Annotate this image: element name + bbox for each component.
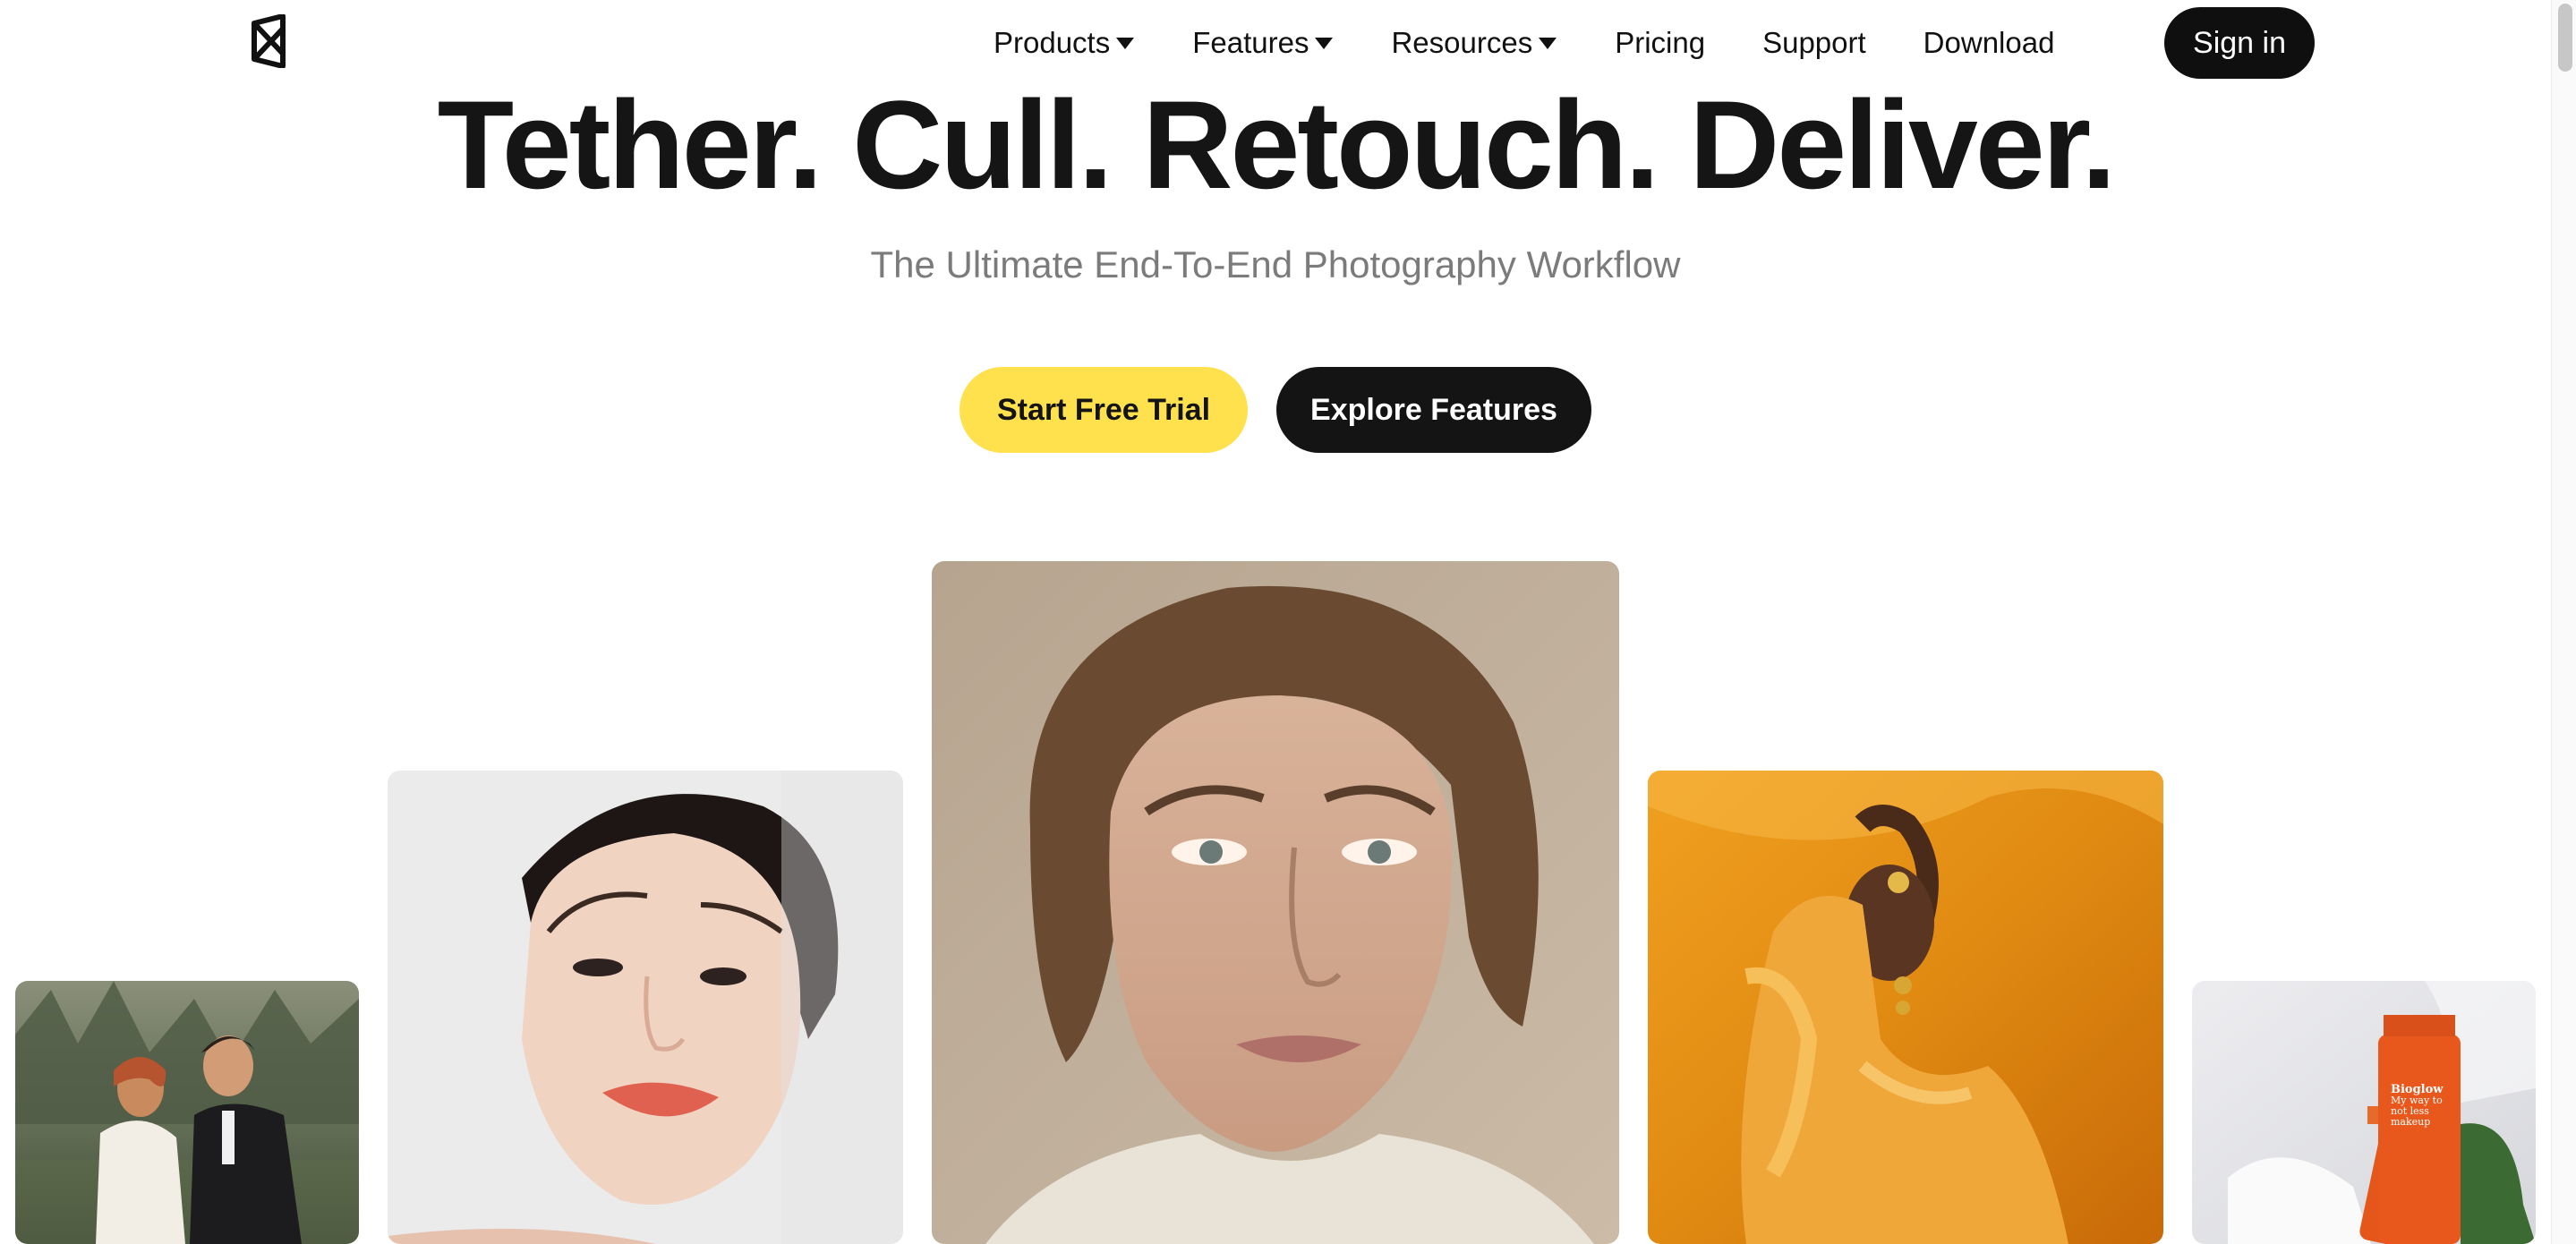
explore-features-button[interactable]: Explore Features xyxy=(1276,367,1591,453)
caret-down-icon xyxy=(1539,38,1557,49)
nav-item-pricing[interactable]: Pricing xyxy=(1615,26,1705,60)
scrollbar-thumb[interactable] xyxy=(2558,4,2572,72)
start-free-trial-button[interactable]: Start Free Trial xyxy=(960,367,1248,453)
nav-item-download[interactable]: Download xyxy=(1923,26,2055,60)
nav-item-resources[interactable]: Resources xyxy=(1391,26,1557,60)
beauty-portrait-photo xyxy=(388,771,903,1244)
woman-portrait-photo xyxy=(932,561,1619,1244)
nav-item-features[interactable]: Features xyxy=(1192,26,1334,60)
caret-down-icon xyxy=(1315,38,1334,49)
cta-row: Start Free Trial Explore Features xyxy=(0,367,2551,453)
sign-in-button[interactable]: Sign in xyxy=(2164,7,2315,79)
nav-item-label: Products xyxy=(994,26,1111,59)
hero-title: Tether. Cull. Retouch. Deliver. xyxy=(437,74,2117,215)
nav-item-label: Resources xyxy=(1391,26,1533,59)
product-tagline-line: makeup xyxy=(2391,1116,2431,1128)
skincare-product-photo: Bioglow My way to not less makeup xyxy=(2192,981,2536,1244)
nav-item-label: Features xyxy=(1192,26,1309,59)
nav-item-support[interactable]: Support xyxy=(1762,26,1866,60)
hero-subtitle: The Ultimate End-To-End Photography Work… xyxy=(870,243,1681,285)
page: Products Features Resources Pricing Supp… xyxy=(0,0,2576,1244)
wedding-couple-photo xyxy=(15,981,359,1244)
caret-down-icon xyxy=(1116,38,1135,49)
brand-logo-icon[interactable] xyxy=(247,13,290,69)
orange-fashion-photo xyxy=(1648,771,2163,1244)
page-scrollbar[interactable] xyxy=(2551,0,2576,1244)
nav-item-products[interactable]: Products xyxy=(994,26,1135,60)
product-label-text: Bioglow My way to not less makeup xyxy=(2391,1084,2453,1128)
